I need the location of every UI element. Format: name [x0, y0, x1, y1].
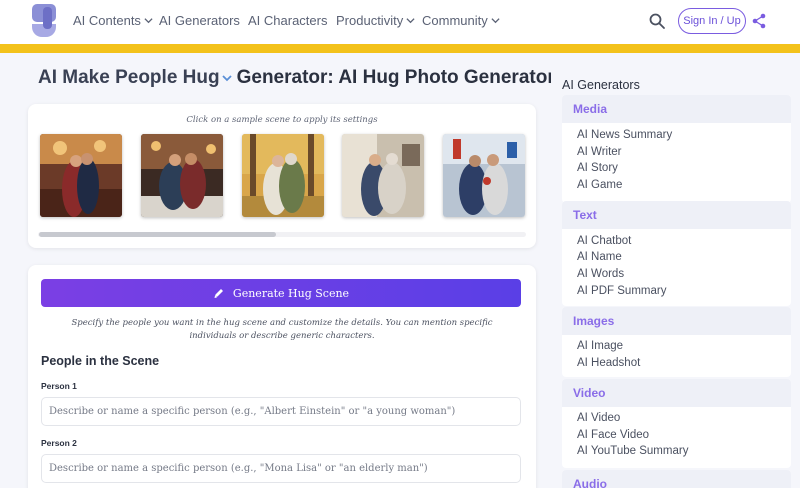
people-section-title: People in the Scene — [41, 354, 160, 368]
sidebar-group-audio: Audio — [562, 470, 791, 488]
share-icon[interactable] — [752, 13, 766, 29]
sign-in-button[interactable]: Sign In / Up — [678, 8, 746, 34]
sample-scene-thumb[interactable] — [443, 134, 525, 217]
form-description: Specify the people you want in the hug s… — [71, 318, 493, 341]
nav-ai-contents[interactable]: AI Contents — [73, 13, 153, 28]
street-hug-image — [443, 134, 525, 217]
sidebar-link-ai-video[interactable]: AI Video — [577, 412, 620, 424]
nav-productivity-label: Productivity — [336, 13, 404, 28]
sidebar-group-heading[interactable]: Video — [562, 379, 791, 407]
page-title-part1: AI Make People Hug — [38, 67, 220, 88]
sample-scenes-card: Click on a sample scene to apply its set… — [28, 104, 536, 248]
person2-label: Person 2 — [41, 438, 77, 448]
chevron-down-icon — [144, 18, 153, 24]
nav-ai-characters-label: AI Characters — [248, 13, 328, 28]
nav-productivity[interactable]: Productivity — [336, 13, 415, 28]
nav-community-label: Community — [422, 13, 488, 28]
park-hug-image — [242, 134, 324, 217]
top-navbar: AI Contents AI Generators AI Characters … — [0, 0, 800, 44]
nav-ai-characters[interactable]: AI Characters — [248, 13, 327, 28]
pencil-icon — [214, 289, 223, 298]
sidebar-group-heading[interactable]: Media — [562, 95, 791, 123]
sidebar-link-ai-name[interactable]: AI Name — [577, 251, 622, 263]
ballroom-hug-image — [40, 134, 122, 217]
sidebar-group-heading[interactable]: Images — [562, 307, 791, 335]
sidebar-group-text: Text AI Chatbot AI Name AI Words AI PDF … — [562, 201, 791, 306]
sidebar-group-media: Media AI News Summary AI Writer AI Story… — [562, 95, 791, 203]
home-hug-image — [342, 134, 424, 217]
sidebar-group-heading[interactable]: Audio — [562, 470, 791, 488]
sidebar-link-ai-news-summary[interactable]: AI News Summary — [577, 129, 672, 141]
person2-input[interactable] — [41, 454, 521, 483]
sidebar-link-ai-chatbot[interactable]: AI Chatbot — [577, 235, 631, 247]
sidebar-group-heading[interactable]: Text — [562, 201, 791, 229]
sample-scene-thumb[interactable] — [242, 134, 324, 217]
sidebar-link-ai-game[interactable]: AI Game — [577, 179, 622, 191]
nav-ai-generators-label: AI Generators — [159, 13, 240, 28]
chevron-down-icon[interactable] — [221, 72, 233, 84]
sidebar-link-ai-story[interactable]: AI Story — [577, 162, 618, 174]
sample-hint: Click on a sample scene to apply its set… — [186, 115, 378, 125]
ai-generators-sidebar: AI Generators Media AI News Summary AI W… — [551, 67, 800, 488]
nav-ai-contents-label: AI Contents — [73, 13, 141, 28]
sidebar-title: AI Generators — [562, 78, 640, 92]
sidebar-link-ai-words[interactable]: AI Words — [577, 268, 624, 280]
sidebar-link-ai-face-video[interactable]: AI Face Video — [577, 429, 649, 441]
sidebar-link-ai-pdf-summary[interactable]: AI PDF Summary — [577, 285, 666, 297]
sidebar-group-video: Video AI Video AI Face Video AI YouTube … — [562, 379, 791, 468]
sample-scene-thumb[interactable] — [342, 134, 424, 217]
sidebar-link-ai-headshot[interactable]: AI Headshot — [577, 357, 640, 369]
person1-label: Person 1 — [41, 381, 77, 391]
nav-ai-generators[interactable]: AI Generators — [159, 13, 240, 28]
nav-community[interactable]: Community — [422, 13, 500, 28]
dinner-hug-image — [141, 134, 223, 217]
logo-icon[interactable] — [30, 4, 60, 40]
sample-scene-thumb[interactable] — [141, 134, 223, 217]
horizontal-scrollbar-thumb[interactable] — [39, 232, 276, 237]
page-title: AI Make People Hug Generator: AI Hug Pho… — [38, 67, 555, 89]
generate-hug-scene-label: Generate Hug Scene — [232, 286, 350, 300]
hug-form-card: Generate Hug Scene Specify the people yo… — [28, 265, 536, 488]
page-title-part2: Generator: AI Hug Photo Generator — [236, 67, 555, 88]
generate-hug-scene-button[interactable]: Generate Hug Scene — [41, 279, 521, 307]
sidebar-link-ai-youtube-summary[interactable]: AI YouTube Summary — [577, 445, 688, 457]
person1-input[interactable] — [41, 397, 521, 426]
sample-scene-thumb[interactable] — [40, 134, 122, 217]
sidebar-link-ai-image[interactable]: AI Image — [577, 340, 623, 352]
announcement-bar — [0, 44, 800, 53]
sidebar-group-images: Images AI Image AI Headshot — [562, 307, 791, 377]
search-icon[interactable] — [648, 12, 666, 30]
chevron-down-icon — [491, 18, 500, 24]
chevron-down-icon — [406, 18, 415, 24]
sidebar-link-ai-writer[interactable]: AI Writer — [577, 146, 622, 158]
